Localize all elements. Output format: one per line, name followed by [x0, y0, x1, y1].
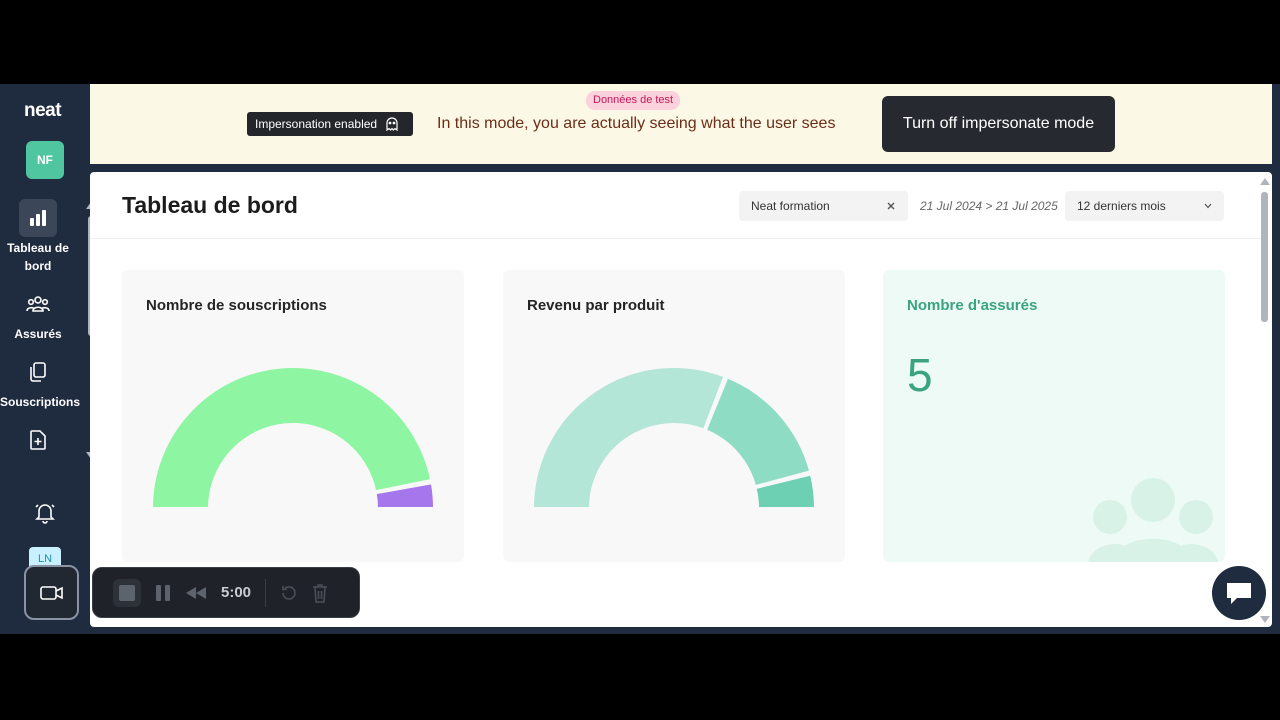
scroll-down-arrow-icon[interactable] [1260, 616, 1270, 623]
sidebar-item-new-subscription[interactable] [0, 421, 76, 461]
rewind-icon[interactable] [185, 586, 207, 600]
insured-count: 5 [907, 349, 933, 401]
logo: neat [24, 100, 62, 121]
group-people-icon [1088, 478, 1218, 562]
date-range: 21 Jul 2024 > 21 Jul 2025 [920, 199, 1058, 213]
subscriptions-gauge [151, 366, 435, 509]
subscriptions-card: Nombre de souscriptions [122, 270, 464, 562]
sidebar-item-insured[interactable]: Assurés [0, 285, 76, 343]
users-icon [19, 285, 57, 323]
header-divider [90, 238, 1262, 239]
impersonation-message: In this mode, you are actually seeing wh… [437, 115, 836, 132]
bar-chart-icon [19, 199, 57, 237]
page-title: Tableau de bord [122, 192, 298, 218]
impersonation-chip: Impersonation enabled [247, 112, 413, 136]
period-select-value: 12 derniers mois [1077, 199, 1166, 213]
screen-recorder-bar: 5:00 [92, 567, 360, 618]
sidebar-item-label: Souscriptions [0, 395, 81, 409]
company-avatar[interactable]: NF [26, 141, 64, 179]
impersonation-chip-label: Impersonation enabled [255, 117, 378, 131]
scroll-up-arrow-icon[interactable] [1260, 178, 1270, 185]
recording-timer: 5:00 [221, 584, 252, 601]
ghost-icon [386, 117, 398, 131]
stop-icon [119, 584, 135, 601]
gauge-segment-0[interactable] [532, 366, 726, 509]
sidebar-item-label: Tableau de bord [7, 241, 69, 273]
company-filter-value: Neat formation [751, 199, 830, 213]
revenue-gauge [532, 366, 816, 509]
stop-button[interactable] [113, 578, 141, 607]
trash-icon[interactable] [312, 583, 328, 603]
card-title: Nombre d'assurés [907, 297, 1038, 314]
revenue-card: Revenu par produit [503, 270, 845, 562]
chevron-down-icon [1204, 203, 1212, 209]
video-camera-button[interactable] [24, 565, 79, 620]
gauge-segment-1[interactable] [704, 376, 812, 488]
gauge-segment-0[interactable] [151, 366, 433, 509]
recorder-divider [265, 578, 267, 607]
chat-button[interactable] [1212, 566, 1266, 620]
turn-off-impersonate-button[interactable]: Turn off impersonate mode [882, 96, 1115, 152]
user-avatar[interactable]: LN [29, 547, 61, 567]
scroll-thumb[interactable] [1261, 192, 1268, 322]
insured-card: Nombre d'assurés 5 [883, 270, 1225, 562]
main-scrollbar[interactable] [1258, 176, 1272, 626]
period-select[interactable]: 12 derniers mois [1065, 191, 1224, 221]
company-filter[interactable]: Neat formation [739, 191, 908, 221]
test-data-badge: Données de test [586, 91, 681, 110]
sidebar-item-label: Assurés [14, 327, 62, 341]
close-icon[interactable] [886, 201, 896, 211]
bell-icon[interactable] [33, 500, 57, 529]
sidebar-item-dashboard[interactable]: Tableau de bord [0, 199, 76, 275]
pause-icon[interactable] [155, 584, 171, 602]
sidebar-item-subscriptions[interactable]: Souscriptions [0, 353, 80, 411]
documents-icon [19, 353, 57, 391]
dashboard-panel: Tableau de bord Neat formation 21 Jul 20… [90, 172, 1272, 627]
video-camera-icon [39, 585, 63, 600]
restart-icon[interactable] [280, 584, 298, 602]
add-document-icon [19, 421, 57, 459]
chat-bubble-icon [1227, 583, 1251, 604]
